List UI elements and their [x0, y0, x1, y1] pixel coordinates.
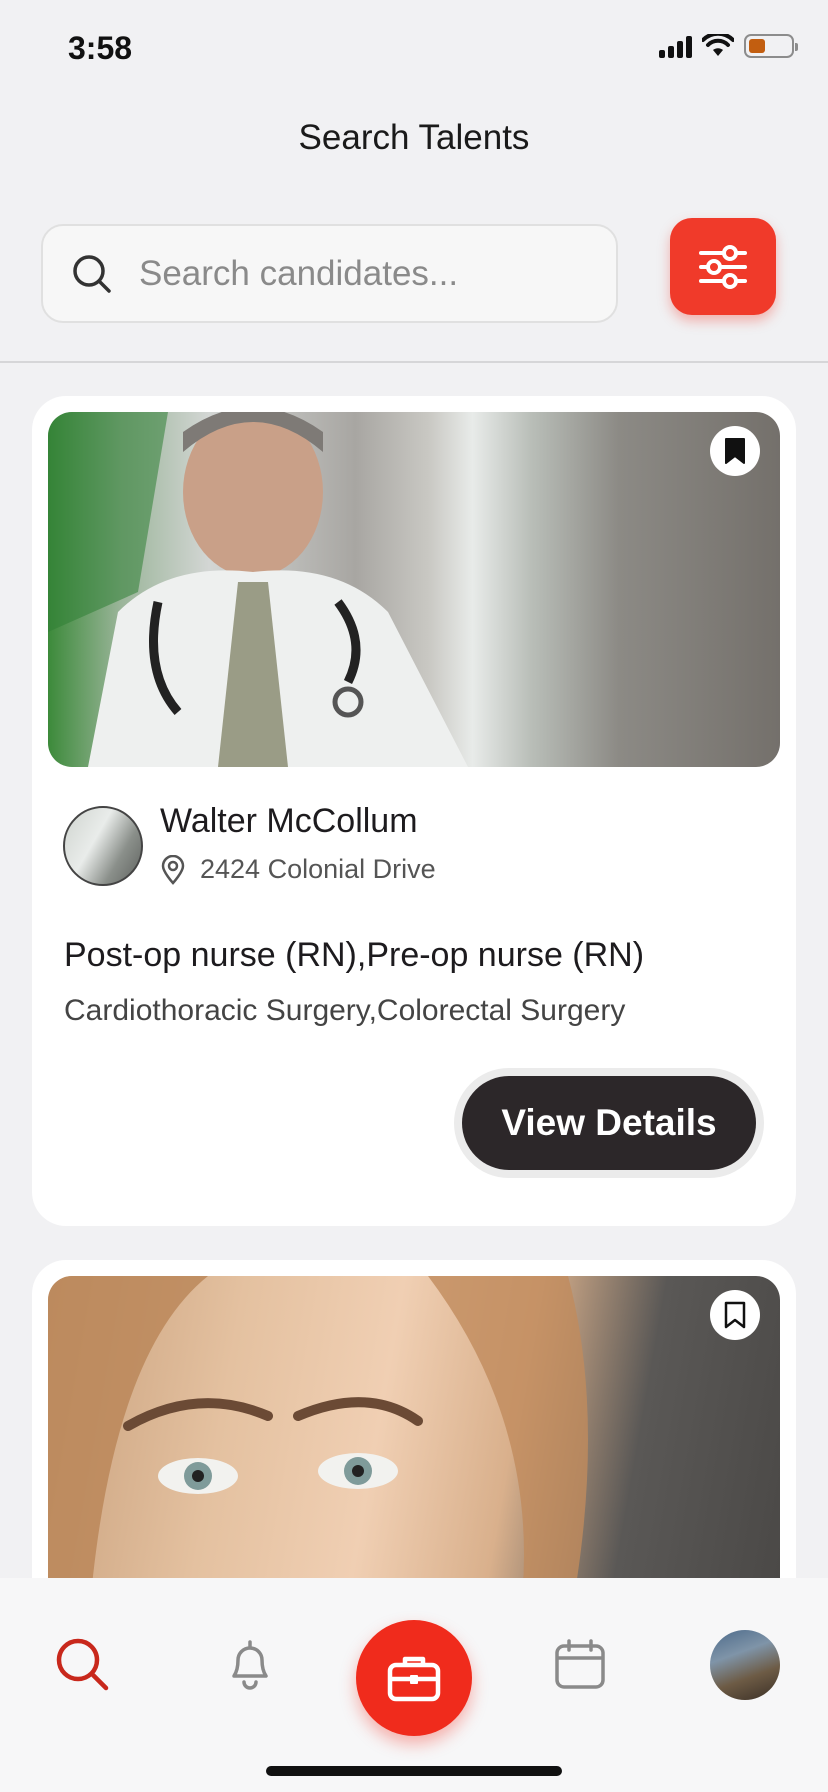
- candidate-location: 2424 Colonial Drive: [160, 854, 436, 885]
- nav-calendar[interactable]: [552, 1634, 608, 1694]
- search-input[interactable]: [139, 253, 559, 294]
- status-bar: 3:58: [0, 0, 828, 100]
- bookmark-button[interactable]: [710, 1290, 760, 1340]
- candidate-roles: Post-op nurse (RN),Pre-op nurse (RN): [64, 936, 645, 974]
- status-time: 3:58: [68, 30, 133, 66]
- battery-level: [749, 39, 765, 53]
- view-details-label: View Details: [462, 1076, 756, 1170]
- nav-notifications[interactable]: [222, 1634, 278, 1694]
- profile-avatar[interactable]: [710, 1630, 780, 1700]
- candidate-name: Walter McCollum: [160, 802, 418, 840]
- header-divider: [0, 361, 828, 363]
- search-icon: [56, 1638, 109, 1691]
- bottom-nav: [0, 1578, 828, 1792]
- home-indicator: [266, 1766, 562, 1776]
- battery-icon: [744, 34, 798, 58]
- search-icon: [73, 254, 111, 293]
- bookmark-button[interactable]: [710, 426, 760, 476]
- sliders-icon: [699, 244, 747, 289]
- bell-icon: [232, 1640, 268, 1690]
- candidate-avatar: [63, 806, 143, 886]
- view-details-button[interactable]: View Details: [454, 1068, 764, 1178]
- filter-button[interactable]: [670, 218, 776, 315]
- doctor-photo: [48, 412, 468, 767]
- location-pin-icon: [161, 854, 185, 885]
- nav-search[interactable]: [52, 1634, 112, 1694]
- search-box[interactable]: [41, 224, 618, 323]
- cellular-signal-icon: [659, 34, 692, 58]
- wifi-icon: [702, 34, 734, 56]
- briefcase-icon: [387, 1656, 441, 1702]
- status-icons: [659, 34, 798, 58]
- location-text: 2424 Colonial Drive: [200, 854, 436, 884]
- nav-jobs[interactable]: [356, 1620, 472, 1736]
- bookmark-filled-icon: [725, 438, 745, 464]
- candidate-card[interactable]: Walter McCollum 2424 Colonial Drive Post…: [32, 396, 796, 1226]
- candidate-photo: [48, 412, 780, 767]
- bookmark-outline-icon: [724, 1301, 746, 1329]
- calendar-icon: [555, 1639, 605, 1689]
- candidate-specialties: Cardiothoracic Surgery,Colorectal Surger…: [64, 994, 626, 1027]
- page-title: Search Talents: [298, 118, 530, 157]
